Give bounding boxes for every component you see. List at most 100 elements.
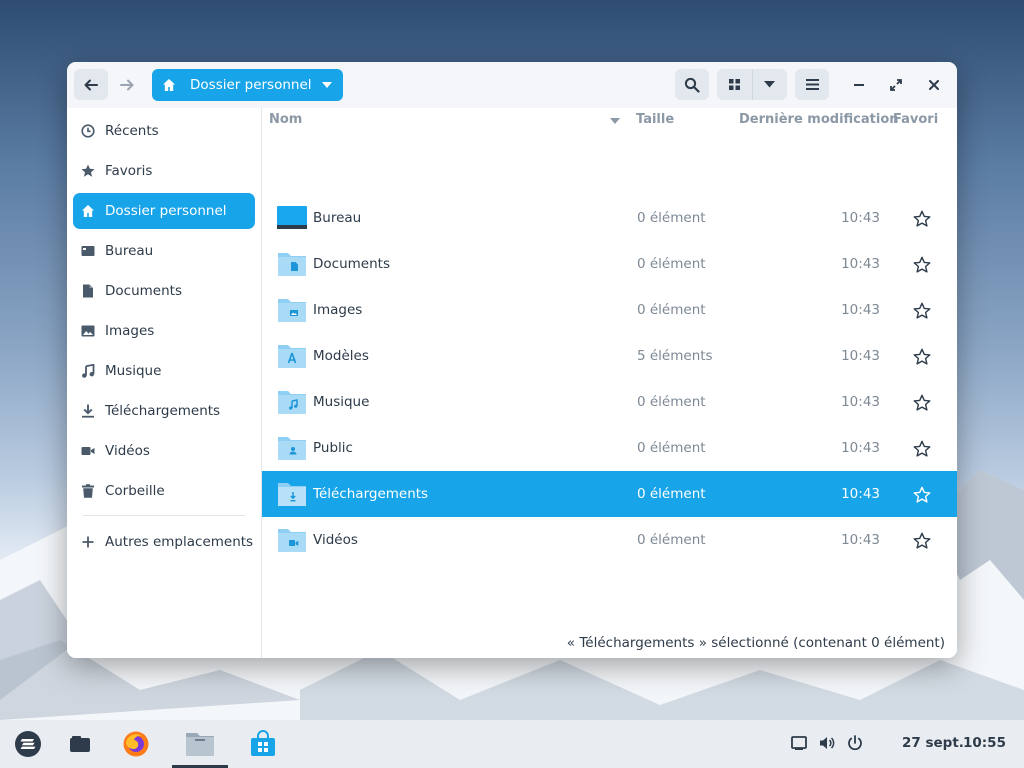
maximize-icon: [890, 78, 902, 91]
taskbar-files[interactable]: [184, 728, 216, 760]
sidebar-item-downloads[interactable]: Téléchargements: [73, 393, 255, 429]
hamburger-menu-icon: [805, 79, 819, 90]
table-row[interactable]: Modèles 5 éléments 10:43: [262, 333, 957, 379]
file-size: 5 éléments: [637, 348, 713, 364]
forward-button[interactable]: [110, 69, 144, 100]
templates-folder-icon: [278, 345, 306, 368]
image-icon: [81, 325, 95, 337]
file-name: Documents: [313, 256, 390, 272]
sort-descending-icon[interactable]: [610, 118, 620, 124]
close-button[interactable]: [917, 69, 951, 100]
minimize-icon: [854, 83, 864, 86]
download-icon: [82, 404, 94, 418]
taskbar-date[interactable]: 27 sept.: [902, 735, 964, 751]
table-row-selected[interactable]: Téléchargements 0 élément 10:43: [262, 471, 957, 517]
sidebar-item-label: Favoris: [105, 163, 153, 179]
zorin-logo-icon: [15, 731, 41, 757]
taskbar-workspaces-button[interactable]: [64, 728, 96, 760]
sidebar-item-trash[interactable]: Corbeille: [73, 473, 255, 509]
table-row[interactable]: Images 0 élément 10:43: [262, 287, 957, 333]
video-icon: [81, 447, 95, 455]
star-outline-icon[interactable]: [913, 210, 931, 228]
table-row[interactable]: Bureau 0 élément 10:43: [262, 195, 957, 241]
document-icon: [83, 284, 93, 298]
sidebar-item-label: Vidéos: [105, 443, 150, 459]
power-icon[interactable]: [846, 734, 864, 752]
star-outline-icon[interactable]: [913, 486, 931, 504]
file-modified: 10:43: [841, 440, 880, 456]
chevron-down-icon[interactable]: [764, 81, 775, 88]
sidebar-item-music[interactable]: Musique: [73, 353, 255, 389]
menu-button[interactable]: [795, 69, 829, 100]
sidebar-item-pictures[interactable]: Images: [73, 313, 255, 349]
location-pathbar[interactable]: Dossier personnel: [152, 69, 343, 101]
file-name: Images: [313, 302, 363, 318]
column-header-modified[interactable]: Dernière modification: [739, 112, 899, 127]
selection-status-text: « Téléchargements » sélectionné (contena…: [566, 635, 945, 651]
minimize-button[interactable]: [842, 69, 876, 100]
table-row[interactable]: Public 0 élément 10:43: [262, 425, 957, 471]
star-outline-icon[interactable]: [913, 532, 931, 550]
volume-icon[interactable]: [818, 734, 836, 752]
grid-view-icon: [729, 79, 740, 90]
sidebar-item-label: Dossier personnel: [105, 203, 227, 219]
file-modified: 10:43: [841, 532, 880, 548]
file-name: Téléchargements: [313, 486, 429, 502]
file-name: Modèles: [313, 348, 369, 364]
sidebar-item-label: Bureau: [105, 243, 154, 259]
sidebar-item-recents[interactable]: Récents: [73, 113, 255, 149]
taskbar-firefox[interactable]: [120, 728, 152, 760]
chevron-down-icon[interactable]: [322, 82, 332, 89]
file-size: 0 élément: [637, 440, 706, 456]
documents-folder-icon: [278, 253, 306, 276]
file-size: 0 élément: [637, 394, 706, 410]
app-menu-button[interactable]: [12, 728, 44, 760]
sidebar-item-documents[interactable]: Documents: [73, 273, 255, 309]
videos-folder-icon: [278, 529, 306, 552]
sidebar-item-label: Autres emplacements: [105, 534, 254, 550]
star-outline-icon[interactable]: [913, 302, 931, 320]
file-name: Musique: [313, 394, 370, 410]
taskbar-time[interactable]: 10:55: [963, 735, 1006, 751]
sidebar-item-other-locations[interactable]: Autres emplacements: [73, 524, 255, 560]
sidebar-item-label: Musique: [105, 363, 162, 379]
file-name: Bureau: [313, 210, 362, 226]
desktop-folder-icon: [277, 206, 307, 229]
file-size: 0 élément: [637, 532, 706, 548]
sidebar-item-favorites[interactable]: Favoris: [73, 153, 255, 189]
clock-icon: [81, 124, 95, 138]
maximize-button[interactable]: [879, 69, 913, 100]
sidebar-divider: [83, 515, 245, 516]
places-sidebar: Récents Favoris Dossier personnel Bureau…: [67, 108, 262, 658]
taskbar-software-store[interactable]: [247, 728, 279, 760]
location-label: Dossier personnel: [190, 77, 312, 93]
file-manager-window: Dossier personnel Récents Favoris Dossie…: [67, 62, 957, 658]
file-size: 0 élément: [637, 256, 706, 272]
back-button[interactable]: [74, 69, 108, 100]
column-header-favorite[interactable]: Favori: [893, 112, 938, 127]
file-name: Vidéos: [313, 532, 358, 548]
column-header-name[interactable]: Nom: [269, 112, 302, 127]
sidebar-item-videos[interactable]: Vidéos: [73, 433, 255, 469]
file-modified: 10:43: [841, 394, 880, 410]
table-row[interactable]: Musique 0 élément 10:43: [262, 379, 957, 425]
column-header-size[interactable]: Taille: [636, 112, 674, 127]
home-icon: [82, 205, 94, 217]
screen-tray-icon[interactable]: [790, 734, 808, 752]
star-outline-icon[interactable]: [913, 394, 931, 412]
star-outline-icon[interactable]: [913, 440, 931, 458]
star-outline-icon[interactable]: [913, 348, 931, 366]
arrow-right-icon: [120, 79, 134, 90]
file-size: 0 élément: [637, 486, 706, 502]
sidebar-item-home[interactable]: Dossier personnel: [73, 193, 255, 229]
table-row[interactable]: Documents 0 élément 10:43: [262, 241, 957, 287]
table-row[interactable]: Vidéos 0 élément 10:43: [262, 517, 957, 563]
header-bar: Dossier personnel: [67, 62, 957, 108]
search-button[interactable]: [675, 69, 709, 100]
star-outline-icon[interactable]: [913, 256, 931, 274]
firefox-icon: [123, 731, 149, 757]
sidebar-item-desktop[interactable]: Bureau: [73, 233, 255, 269]
pictures-folder-icon: [278, 299, 306, 322]
trash-icon: [82, 484, 94, 498]
view-mode-button[interactable]: [717, 69, 787, 100]
